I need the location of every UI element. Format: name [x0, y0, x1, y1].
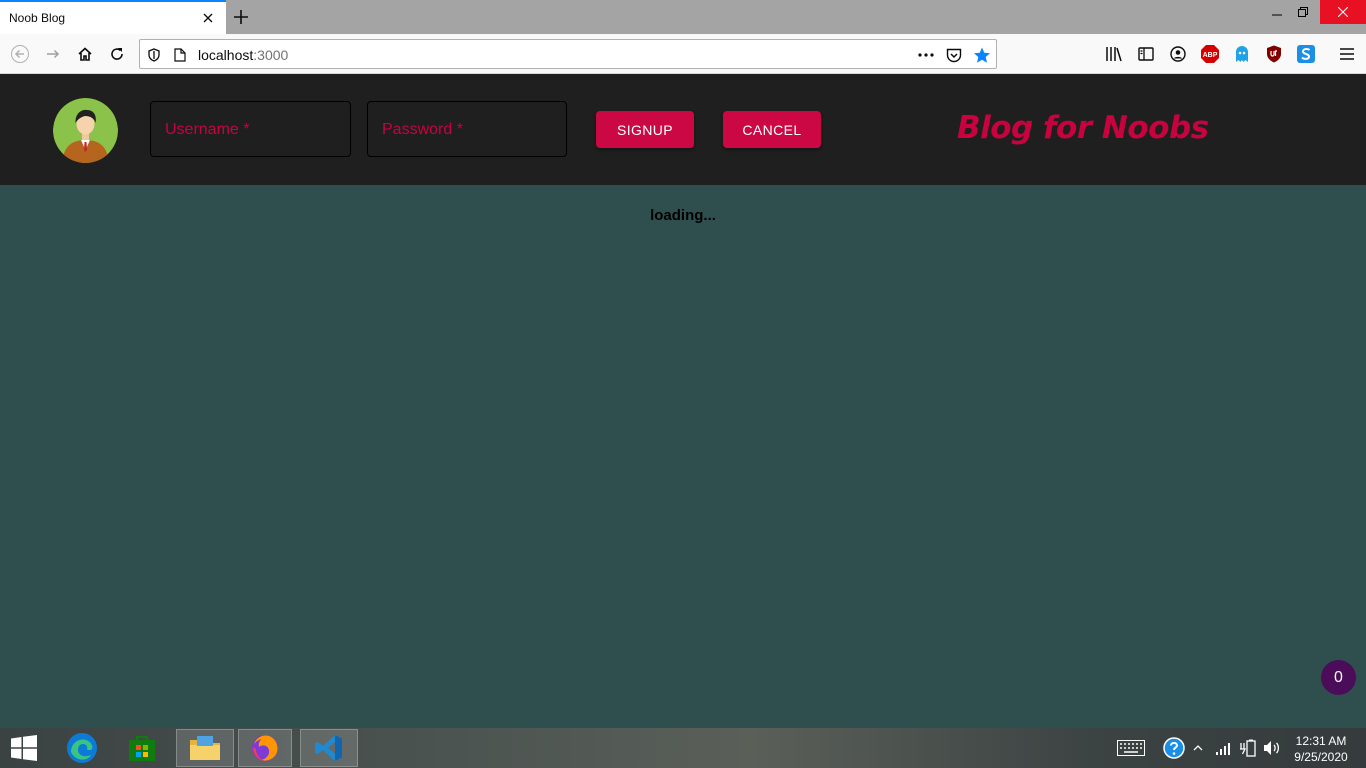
menu-icon[interactable] [1335, 42, 1359, 66]
ublock-origin-icon[interactable] [1262, 42, 1286, 66]
window-close-icon[interactable] [1320, 0, 1366, 24]
keyboard-icon[interactable] [1116, 736, 1146, 760]
reload-icon[interactable] [102, 39, 132, 69]
page-info-icon[interactable] [168, 43, 192, 67]
shield-icon[interactable] [142, 43, 166, 67]
cancel-button[interactable]: CANCEL [723, 111, 821, 148]
network-icon[interactable] [1212, 736, 1236, 760]
vscode-icon[interactable] [300, 729, 358, 767]
site-title: Blog for Noobs [957, 110, 1209, 146]
volume-icon[interactable] [1260, 736, 1284, 760]
tab-close-icon[interactable] [196, 6, 220, 30]
battery-icon[interactable] [1236, 736, 1260, 760]
file-explorer-icon[interactable] [176, 729, 234, 767]
url-text[interactable]: localhost:3000 [198, 47, 288, 63]
username-field[interactable]: Username * [150, 101, 351, 157]
address-bar[interactable]: localhost:3000 [139, 39, 997, 69]
taskbar: 12:31 AM 9/25/2020 [0, 728, 1366, 768]
site-header: Username * Password * SIGNUP CANCEL Blog… [0, 74, 1366, 185]
home-icon[interactable] [70, 39, 100, 69]
ghostery-icon[interactable] [1230, 42, 1254, 66]
new-tab-icon[interactable] [228, 4, 254, 30]
firefox-icon[interactable] [238, 729, 292, 767]
browser-tab-bar: Noob Blog [0, 0, 1366, 34]
browser-tab[interactable]: Noob Blog [0, 0, 226, 34]
adblock-plus-icon[interactable]: ABP [1198, 42, 1222, 66]
tab-title: Noob Blog [9, 11, 66, 25]
url-host: localhost [198, 47, 254, 63]
loading-text: loading... [650, 207, 716, 224]
url-port: :3000 [253, 47, 289, 63]
forward-icon[interactable] [38, 39, 68, 69]
counter-badge[interactable]: 0 [1321, 660, 1356, 695]
bookmark-star-icon[interactable] [970, 43, 994, 67]
edge-browser-icon[interactable] [54, 728, 110, 768]
page-actions-icon[interactable] [914, 43, 938, 67]
clock-date: 9/25/2020 [1294, 750, 1348, 764]
extension-s-icon[interactable] [1294, 42, 1318, 66]
back-icon[interactable] [5, 39, 35, 69]
browser-nav-bar: localhost:3000 ABP [0, 34, 1366, 74]
clock-time: 12:31 AM [1295, 734, 1347, 748]
store-icon[interactable] [114, 728, 170, 768]
library-icon[interactable] [1102, 42, 1126, 66]
username-label: Username * [165, 121, 250, 138]
show-hidden-icons-icon[interactable] [1188, 736, 1208, 760]
signup-button[interactable]: SIGNUP [596, 111, 694, 148]
pocket-icon[interactable] [942, 43, 966, 67]
abp-badge-text: ABP [1203, 52, 1218, 59]
taskbar-clock[interactable]: 12:31 AM 9/25/2020 [1290, 733, 1352, 765]
sidebar-icon[interactable] [1134, 42, 1158, 66]
help-icon[interactable] [1162, 736, 1186, 760]
password-label: Password * [382, 121, 463, 138]
password-field[interactable]: Password * [367, 101, 567, 157]
avatar[interactable] [53, 98, 118, 163]
windows-start-icon[interactable] [0, 728, 48, 768]
account-icon[interactable] [1166, 42, 1190, 66]
